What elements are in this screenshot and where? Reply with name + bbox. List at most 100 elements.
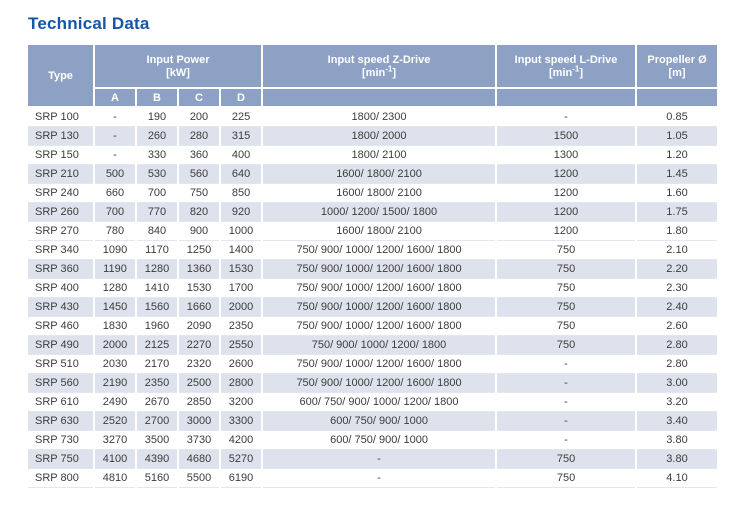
cell-value: 2000 bbox=[220, 298, 262, 317]
cell-value: - bbox=[262, 469, 496, 488]
cell-value: 600/ 750/ 900/ 1000/ 1200/ 1800 bbox=[262, 393, 496, 412]
cell-value: 750/ 900/ 1000/ 1200/ 1800 bbox=[262, 336, 496, 355]
cell-type: SRP 130 bbox=[28, 127, 94, 146]
table-row: SRP 4601830196020902350750/ 900/ 1000/ 1… bbox=[28, 317, 718, 336]
cell-type: SRP 260 bbox=[28, 203, 94, 222]
cell-value: 1560 bbox=[136, 298, 178, 317]
cell-value: 2.20 bbox=[636, 260, 718, 279]
table-row: SRP 130-2602803151800/ 200015001.05 bbox=[28, 127, 718, 146]
cell-value: 1600/ 1800/ 2100 bbox=[262, 222, 496, 241]
cell-value: 920 bbox=[220, 203, 262, 222]
cell-value: 200 bbox=[178, 107, 220, 127]
cell-value: 315 bbox=[220, 127, 262, 146]
cell-value: 3.40 bbox=[636, 412, 718, 431]
cell-value: 1170 bbox=[136, 241, 178, 260]
cell-value: 260 bbox=[136, 127, 178, 146]
cell-value: 1600/ 1800/ 2100 bbox=[262, 184, 496, 203]
cell-value: 750 bbox=[178, 184, 220, 203]
cell-value: 750/ 900/ 1000/ 1200/ 1600/ 1800 bbox=[262, 374, 496, 393]
cell-value: 1530 bbox=[220, 260, 262, 279]
cell-type: SRP 340 bbox=[28, 241, 94, 260]
cell-value: 530 bbox=[136, 165, 178, 184]
cell-value: 640 bbox=[220, 165, 262, 184]
cell-value: 2.10 bbox=[636, 241, 718, 260]
cell-value: 3.20 bbox=[636, 393, 718, 412]
cell-value: - bbox=[496, 412, 636, 431]
cell-value: 2490 bbox=[94, 393, 136, 412]
cell-type: SRP 430 bbox=[28, 298, 94, 317]
technical-data-table: Type Input Power [kW] Input speed Z-Driv… bbox=[28, 45, 719, 488]
cell-value: 3730 bbox=[178, 431, 220, 450]
table-row: SRP 4902000212522702550750/ 900/ 1000/ 1… bbox=[28, 336, 718, 355]
cell-value: 1250 bbox=[178, 241, 220, 260]
cell-value: 2520 bbox=[94, 412, 136, 431]
cell-value: 1450 bbox=[94, 298, 136, 317]
cell-value: - bbox=[94, 146, 136, 165]
cell-type: SRP 630 bbox=[28, 412, 94, 431]
cell-value: 560 bbox=[178, 165, 220, 184]
cell-type: SRP 490 bbox=[28, 336, 94, 355]
cell-value: 1800/ 2300 bbox=[262, 107, 496, 127]
table-row: SRP 2406607007508501600/ 1800/ 210012001… bbox=[28, 184, 718, 203]
cell-type: SRP 400 bbox=[28, 279, 94, 298]
cell-value: 2190 bbox=[94, 374, 136, 393]
cell-value: 190 bbox=[136, 107, 178, 127]
header-row-main: Type Input Power [kW] Input speed Z-Driv… bbox=[28, 45, 718, 88]
cell-value: 2850 bbox=[178, 393, 220, 412]
cell-value: 2.80 bbox=[636, 355, 718, 374]
cell-value: - bbox=[496, 107, 636, 127]
cell-value: 3300 bbox=[220, 412, 262, 431]
header-l-drive: Input speed L-Drive [min-1] bbox=[496, 45, 636, 88]
cell-value: 2090 bbox=[178, 317, 220, 336]
header-row-sub: A B C D bbox=[28, 88, 718, 107]
table-row: SRP 2105005305606401600/ 1800/ 210012001… bbox=[28, 165, 718, 184]
cell-value: 750 bbox=[496, 317, 636, 336]
cell-value: 600/ 750/ 900/ 1000 bbox=[262, 412, 496, 431]
header-z-drive: Input speed Z-Drive [min-1] bbox=[262, 45, 496, 88]
cell-type: SRP 510 bbox=[28, 355, 94, 374]
cell-value: 2.80 bbox=[636, 336, 718, 355]
cell-value: 1800/ 2100 bbox=[262, 146, 496, 165]
table-row: SRP 7303270350037304200600/ 750/ 900/ 10… bbox=[28, 431, 718, 450]
cell-value: 0.85 bbox=[636, 107, 718, 127]
table-row: SRP 8004810516055006190-7504.10 bbox=[28, 469, 718, 488]
cell-value: 6190 bbox=[220, 469, 262, 488]
cell-value: 1.75 bbox=[636, 203, 718, 222]
table-row: SRP 150-3303604001800/ 210013001.20 bbox=[28, 146, 718, 165]
page-title: Technical Data bbox=[28, 14, 743, 34]
cell-value: 1200 bbox=[496, 222, 636, 241]
cell-type: SRP 240 bbox=[28, 184, 94, 203]
cell-value: 3.00 bbox=[636, 374, 718, 393]
cell-value: 1200 bbox=[496, 203, 636, 222]
cell-value: 1830 bbox=[94, 317, 136, 336]
cell-value: 1700 bbox=[220, 279, 262, 298]
cell-value: 3500 bbox=[136, 431, 178, 450]
cell-value: 1280 bbox=[94, 279, 136, 298]
cell-value: 700 bbox=[94, 203, 136, 222]
cell-value: 1960 bbox=[136, 317, 178, 336]
cell-value: 330 bbox=[136, 146, 178, 165]
table-row: SRP 27078084090010001600/ 1800/ 21001200… bbox=[28, 222, 718, 241]
header-propeller-label: Propeller Ø bbox=[647, 54, 706, 66]
cell-value: 360 bbox=[178, 146, 220, 165]
table-row: SRP 3601190128013601530750/ 900/ 1000/ 1… bbox=[28, 260, 718, 279]
subheader-propeller-empty bbox=[636, 88, 718, 107]
cell-type: SRP 610 bbox=[28, 393, 94, 412]
cell-value: 1200 bbox=[496, 184, 636, 203]
header-z-drive-unit: [min-1] bbox=[265, 67, 493, 79]
subheader-d: D bbox=[220, 88, 262, 107]
table-row: SRP 6302520270030003300600/ 750/ 900/ 10… bbox=[28, 412, 718, 431]
cell-value: 2320 bbox=[178, 355, 220, 374]
header-l-drive-label: Input speed L-Drive bbox=[515, 54, 618, 66]
cell-value: 5270 bbox=[220, 450, 262, 469]
cell-value: 2500 bbox=[178, 374, 220, 393]
cell-value: 500 bbox=[94, 165, 136, 184]
cell-value: 3270 bbox=[94, 431, 136, 450]
cell-value: 2270 bbox=[178, 336, 220, 355]
cell-value: 400 bbox=[220, 146, 262, 165]
header-input-power: Input Power [kW] bbox=[94, 45, 262, 88]
cell-type: SRP 210 bbox=[28, 165, 94, 184]
cell-value: 1.45 bbox=[636, 165, 718, 184]
cell-type: SRP 750 bbox=[28, 450, 94, 469]
cell-value: 1500 bbox=[496, 127, 636, 146]
